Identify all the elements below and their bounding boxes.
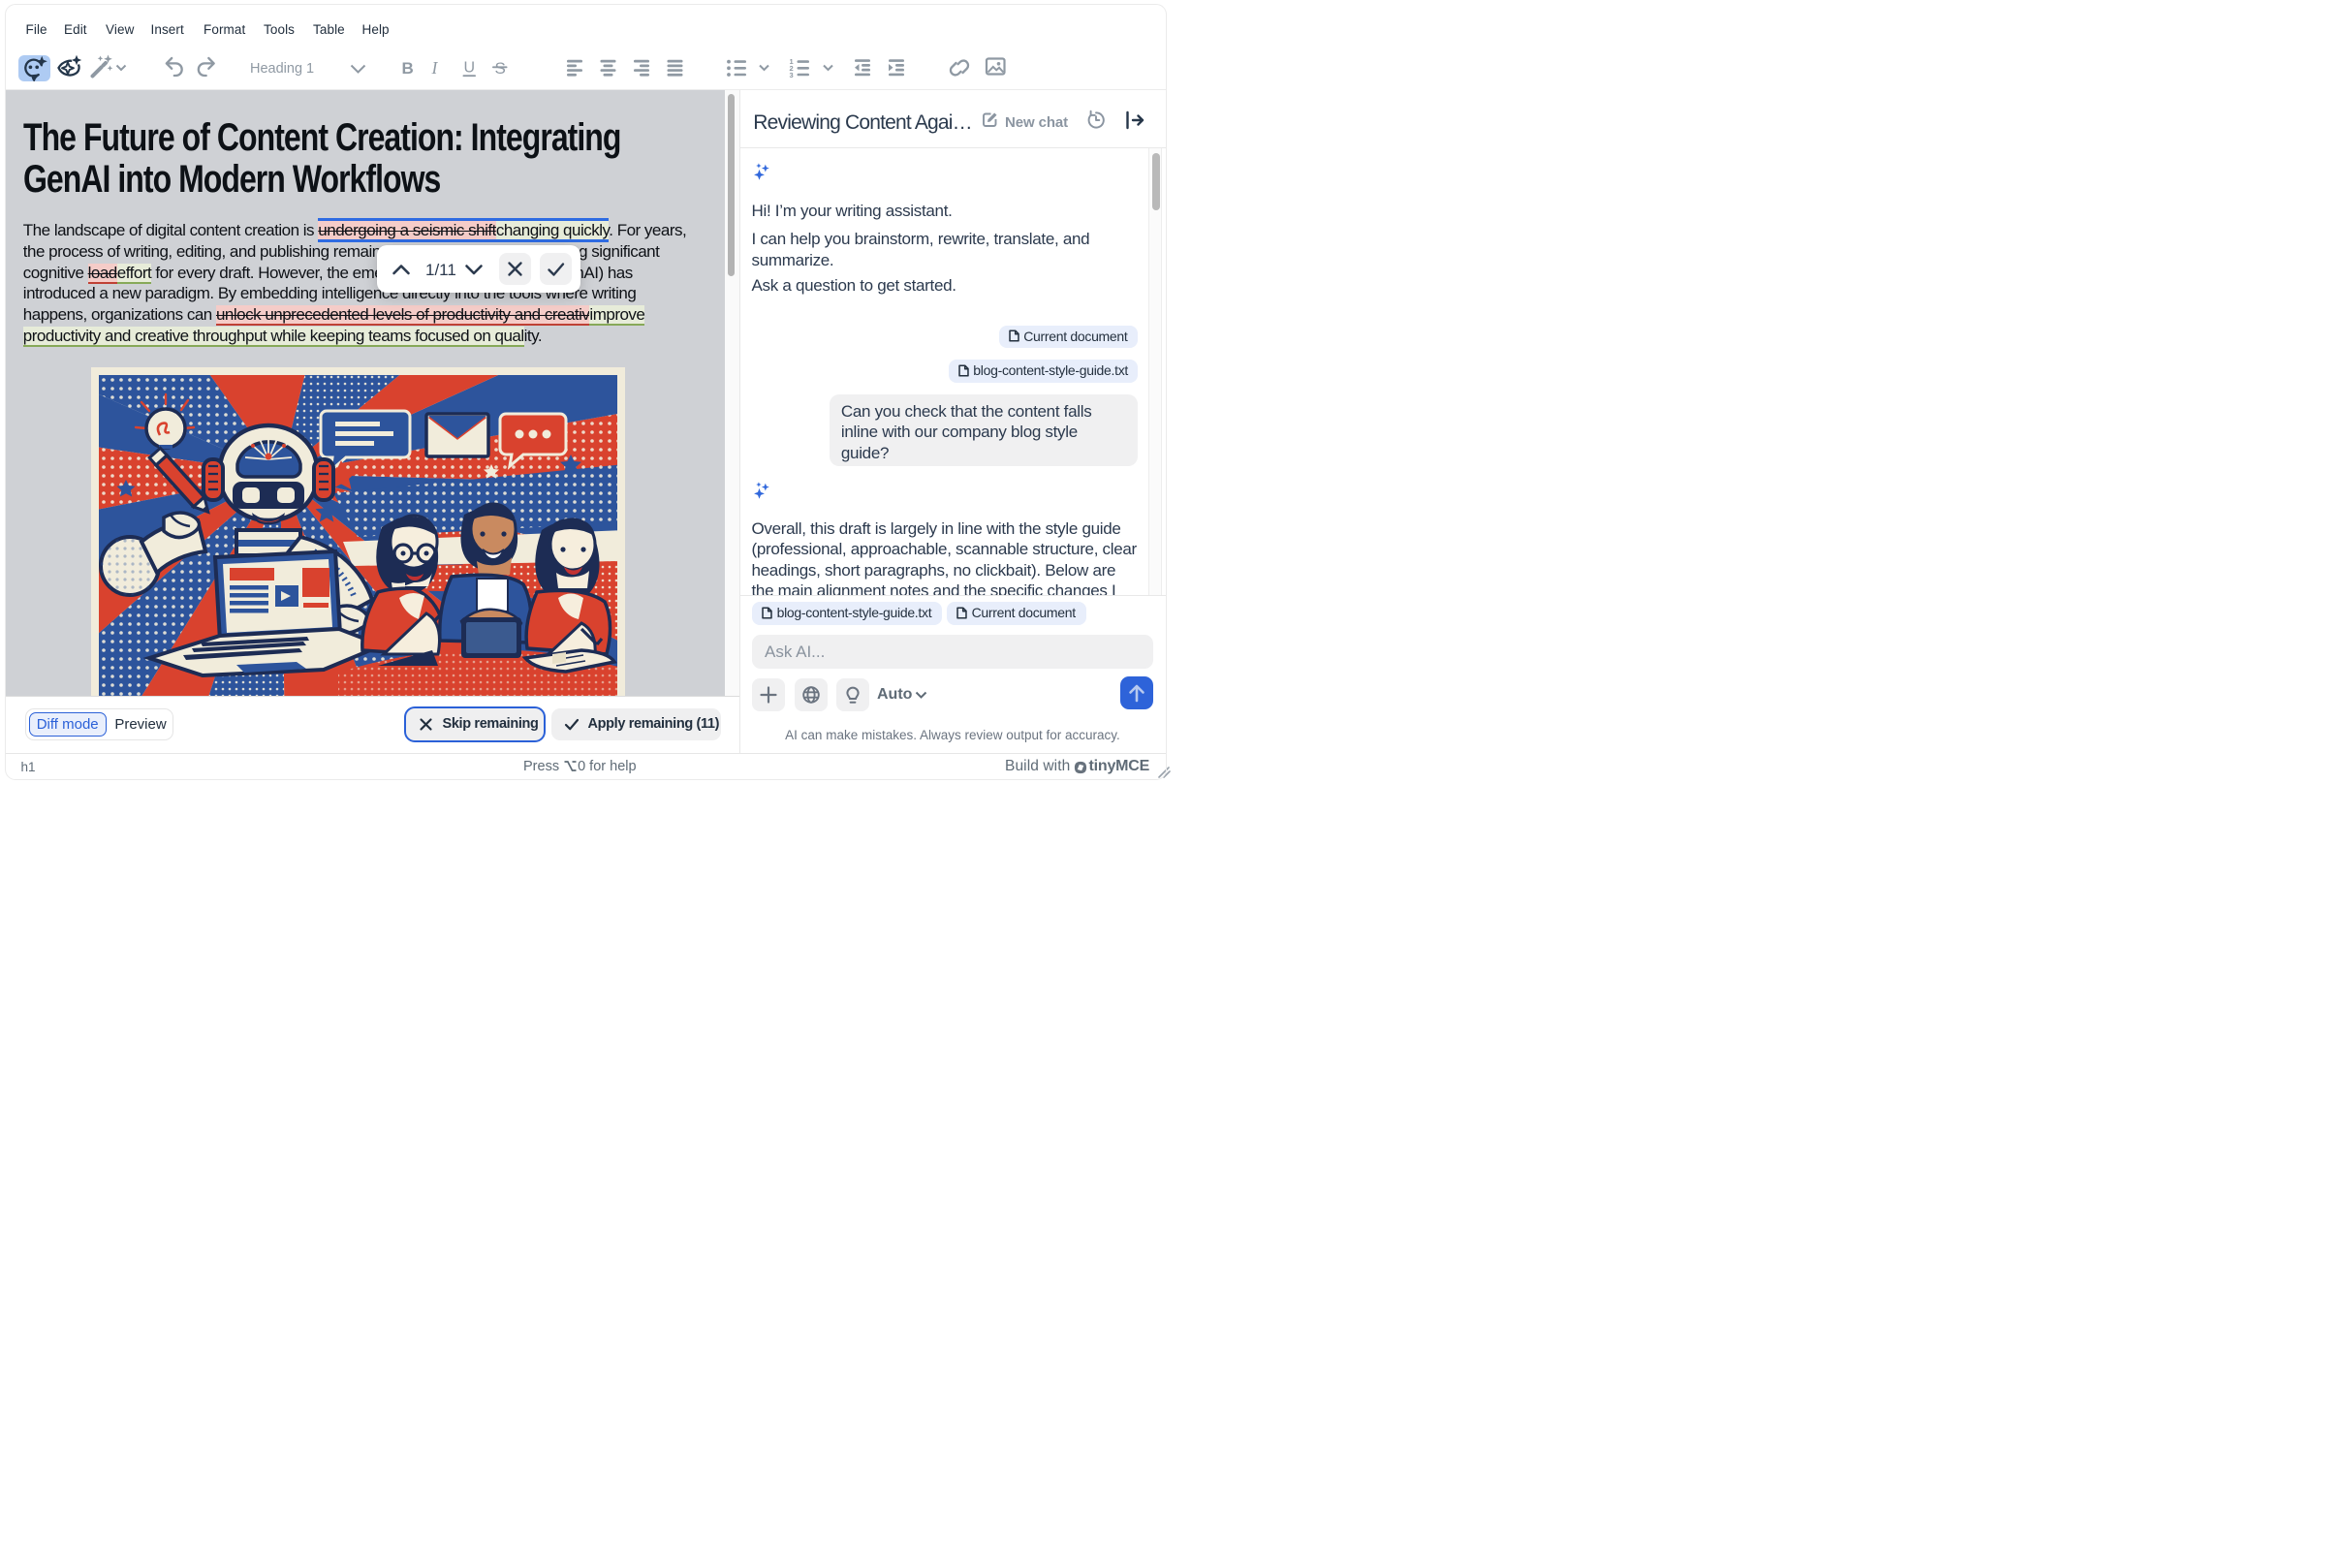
svg-text:1/11: 1/11: [425, 261, 456, 279]
svg-text:S: S: [495, 59, 506, 78]
svg-text:B: B: [402, 59, 414, 78]
svg-text:Heading 1: Heading 1: [250, 61, 314, 77]
svg-text:3: 3: [790, 71, 794, 79]
svg-text:I: I: [431, 58, 439, 78]
svg-text:U: U: [464, 60, 476, 77]
